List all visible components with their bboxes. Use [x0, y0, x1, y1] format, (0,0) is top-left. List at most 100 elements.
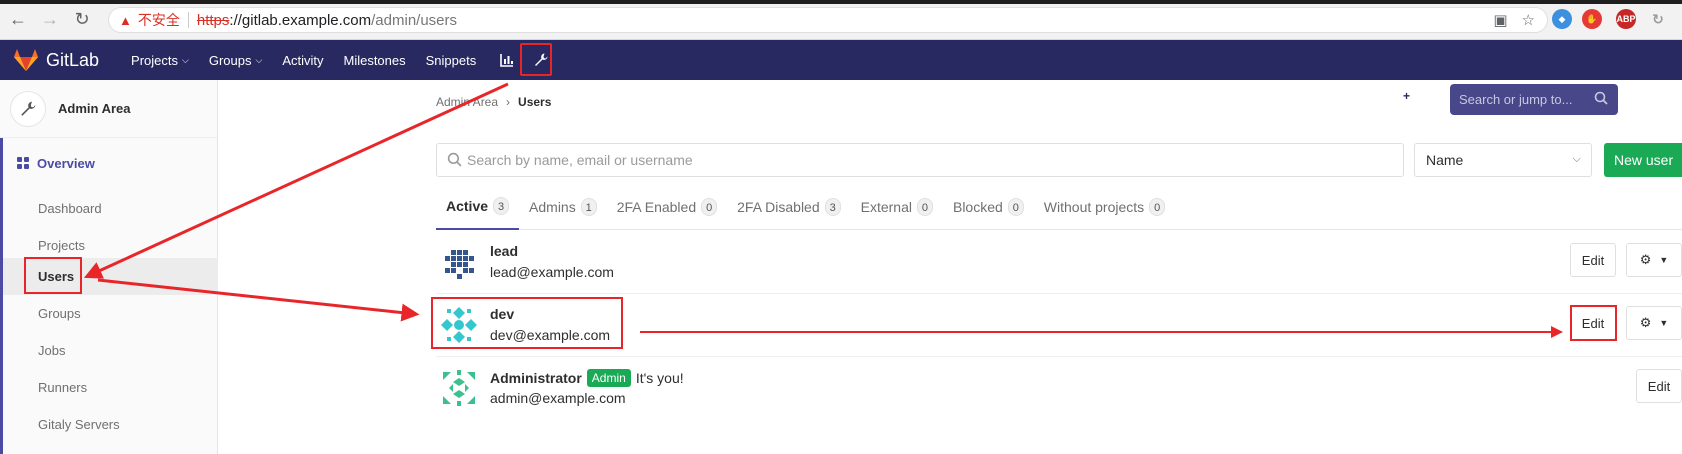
edit-user-button[interactable]: Edit	[1636, 369, 1682, 403]
global-search-placeholder: Search or jump to...	[1459, 92, 1573, 107]
chevron-down-icon: ⌵	[1572, 153, 1581, 165]
sidebar-item-dashboard[interactable]: Dashboard	[3, 190, 218, 227]
gitlab-tanuki-icon	[14, 49, 38, 71]
address-divider	[187, 12, 189, 28]
breadcrumb-users[interactable]: Users	[518, 95, 551, 109]
url-protocol: https	[196, 11, 230, 29]
extension-power-icon[interactable]: ↻	[1648, 9, 1668, 29]
chart-icon[interactable]	[494, 47, 520, 73]
identicon-avatar[interactable]	[439, 368, 479, 408]
caret-down-icon: ▼	[1659, 318, 1669, 328]
user-row-administrator: Administrator Admin It's you! admin@exam…	[436, 357, 1682, 420]
its-you-note: It's you!	[635, 370, 684, 386]
tab-admins[interactable]: Admins 1	[519, 184, 607, 230]
chevron-down-icon: ⌵	[182, 54, 189, 65]
gear-icon: ⚙	[1639, 252, 1652, 267]
user-name[interactable]: Administrator Admin It's you!	[490, 369, 684, 387]
extension-diamond-icon[interactable]: ◆	[1552, 9, 1572, 29]
nav-projects-label: Projects	[131, 52, 179, 68]
tab-count-badge: 0	[1149, 198, 1166, 216]
sidebar-title: Admin Area	[58, 101, 131, 116]
top-nav-links: Projects ⌵ Groups ⌵ Activity Milestones Sn…	[121, 47, 554, 73]
sort-value: Name	[1426, 152, 1464, 168]
tab-external[interactable]: External 0	[851, 184, 943, 230]
tab-count-badge: 0	[701, 198, 718, 216]
wrench-icon	[21, 101, 36, 116]
tab-label: 2FA Enabled	[616, 199, 697, 215]
tab-blocked[interactable]: Blocked 0	[943, 184, 1034, 230]
admin-badge: Admin	[586, 369, 631, 387]
sidebar-item-groups[interactable]: Groups	[3, 295, 218, 332]
identicon-avatar[interactable]	[439, 242, 479, 282]
tab-label: Blocked	[952, 199, 1003, 215]
security-label[interactable]: 不安全	[138, 10, 180, 30]
screenshot-root: ← → ↻ ▲ 不安全 https://gitlab.example.com/a…	[0, 0, 1682, 454]
nav-groups[interactable]: Groups ⌵	[199, 47, 272, 73]
tab-count-badge: 1	[580, 198, 597, 216]
address-bar[interactable]: ▲ 不安全 https://gitlab.example.com/admin/u…	[108, 7, 1548, 33]
nav-projects[interactable]: Projects ⌵	[121, 47, 199, 73]
nav-milestones[interactable]: Milestones	[333, 47, 415, 73]
sidebar-item-runners[interactable]: Runners	[3, 369, 218, 406]
breadcrumb-admin-area[interactable]: Admin Area	[436, 95, 498, 109]
back-icon[interactable]: ←	[4, 6, 32, 34]
sidebar-item-jobs[interactable]: Jobs	[3, 332, 218, 369]
global-search-input[interactable]: Search or jump to...	[1450, 84, 1618, 115]
user-actions-dropdown[interactable]: ⚙ ▼	[1626, 243, 1682, 277]
user-name-text: Administrator	[490, 370, 582, 386]
user-actions-dropdown[interactable]: ⚙ ▼	[1626, 306, 1682, 340]
tab-without-projects[interactable]: Without projects 0	[1034, 184, 1175, 230]
tab-label: Admins	[529, 199, 576, 215]
new-dropdown[interactable]: + ⌵	[1400, 90, 1430, 103]
bookmark-star-icon[interactable]: ☆	[1522, 11, 1535, 29]
translate-icon[interactable]: ▣	[1493, 11, 1507, 29]
chevron-down-icon: ⌵	[1423, 91, 1430, 101]
gear-icon: ⚙	[1639, 315, 1652, 330]
user-search-placeholder: Search by name, email or username	[467, 152, 693, 168]
search-icon	[1594, 91, 1608, 105]
breadcrumb-chevron-icon: ›	[506, 95, 511, 109]
tab-active[interactable]: Active 3	[436, 184, 520, 230]
extension-abp-icon[interactable]: ABP	[1616, 9, 1636, 29]
new-user-button[interactable]: New user	[1604, 143, 1682, 177]
sort-dropdown[interactable]: Name ⌵	[1414, 143, 1592, 177]
reload-icon[interactable]: ↻	[68, 6, 96, 34]
caret-down-icon: ▼	[1659, 255, 1669, 265]
user-email: lead@example.com	[490, 264, 614, 280]
search-icon	[447, 152, 462, 167]
browser-tabstrip-edge	[0, 0, 1682, 4]
plus-square-icon: +	[1400, 90, 1413, 103]
nav-activity[interactable]: Activity	[272, 47, 333, 73]
sidebar-item-gitaly-servers[interactable]: Gitaly Servers	[3, 406, 218, 443]
nav-snippets[interactable]: Snippets	[416, 47, 487, 73]
user-name[interactable]: lead	[490, 243, 518, 259]
tab-count-badge: 3	[493, 197, 510, 215]
warning-icon: ▲	[119, 12, 132, 28]
annotation-box-wrench	[520, 43, 552, 76]
brand-name: GitLab	[46, 49, 100, 70]
tab-count-badge: 3	[824, 198, 841, 216]
gitlab-logo[interactable]: GitLab	[14, 49, 99, 71]
nav-groups-label: Groups	[208, 52, 252, 68]
edit-user-button[interactable]: Edit	[1570, 243, 1616, 277]
tab-count-badge: 0	[1007, 198, 1024, 216]
breadcrumb: Admin Area › Users	[436, 95, 551, 109]
annotation-box-users	[24, 257, 82, 294]
annotation-box-edit-button	[1570, 305, 1617, 341]
browser-toolbar: ← → ↻ ▲ 不安全 https://gitlab.example.com/a…	[0, 0, 1682, 40]
sidebar-context-header[interactable]: Admin Area	[0, 80, 217, 138]
tab-count-badge: 0	[916, 198, 933, 216]
tab-label: Without projects	[1043, 199, 1145, 215]
tab-2fa-enabled[interactable]: 2FA Enabled 0	[607, 184, 727, 230]
url-path: /admin/users	[371, 11, 458, 29]
extension-hand-icon[interactable]: ✋	[1582, 9, 1602, 29]
forward-icon[interactable]: →	[36, 6, 64, 34]
tab-2fa-disabled[interactable]: 2FA Disabled 3	[727, 184, 851, 230]
chevron-down-icon: ⌵	[255, 54, 263, 65]
overview-grid-icon	[17, 157, 29, 169]
user-avatar[interactable]: DI	[1668, 90, 1682, 106]
address-bar-actions: ▣ ☆	[1493, 11, 1535, 29]
gitlab-navbar: GitLab Projects ⌵ Groups ⌵ Activity Milest…	[0, 40, 1682, 115]
user-search-input[interactable]: Search by name, email or username	[436, 143, 1404, 177]
sidebar-item-overview[interactable]: Overview	[0, 138, 218, 188]
